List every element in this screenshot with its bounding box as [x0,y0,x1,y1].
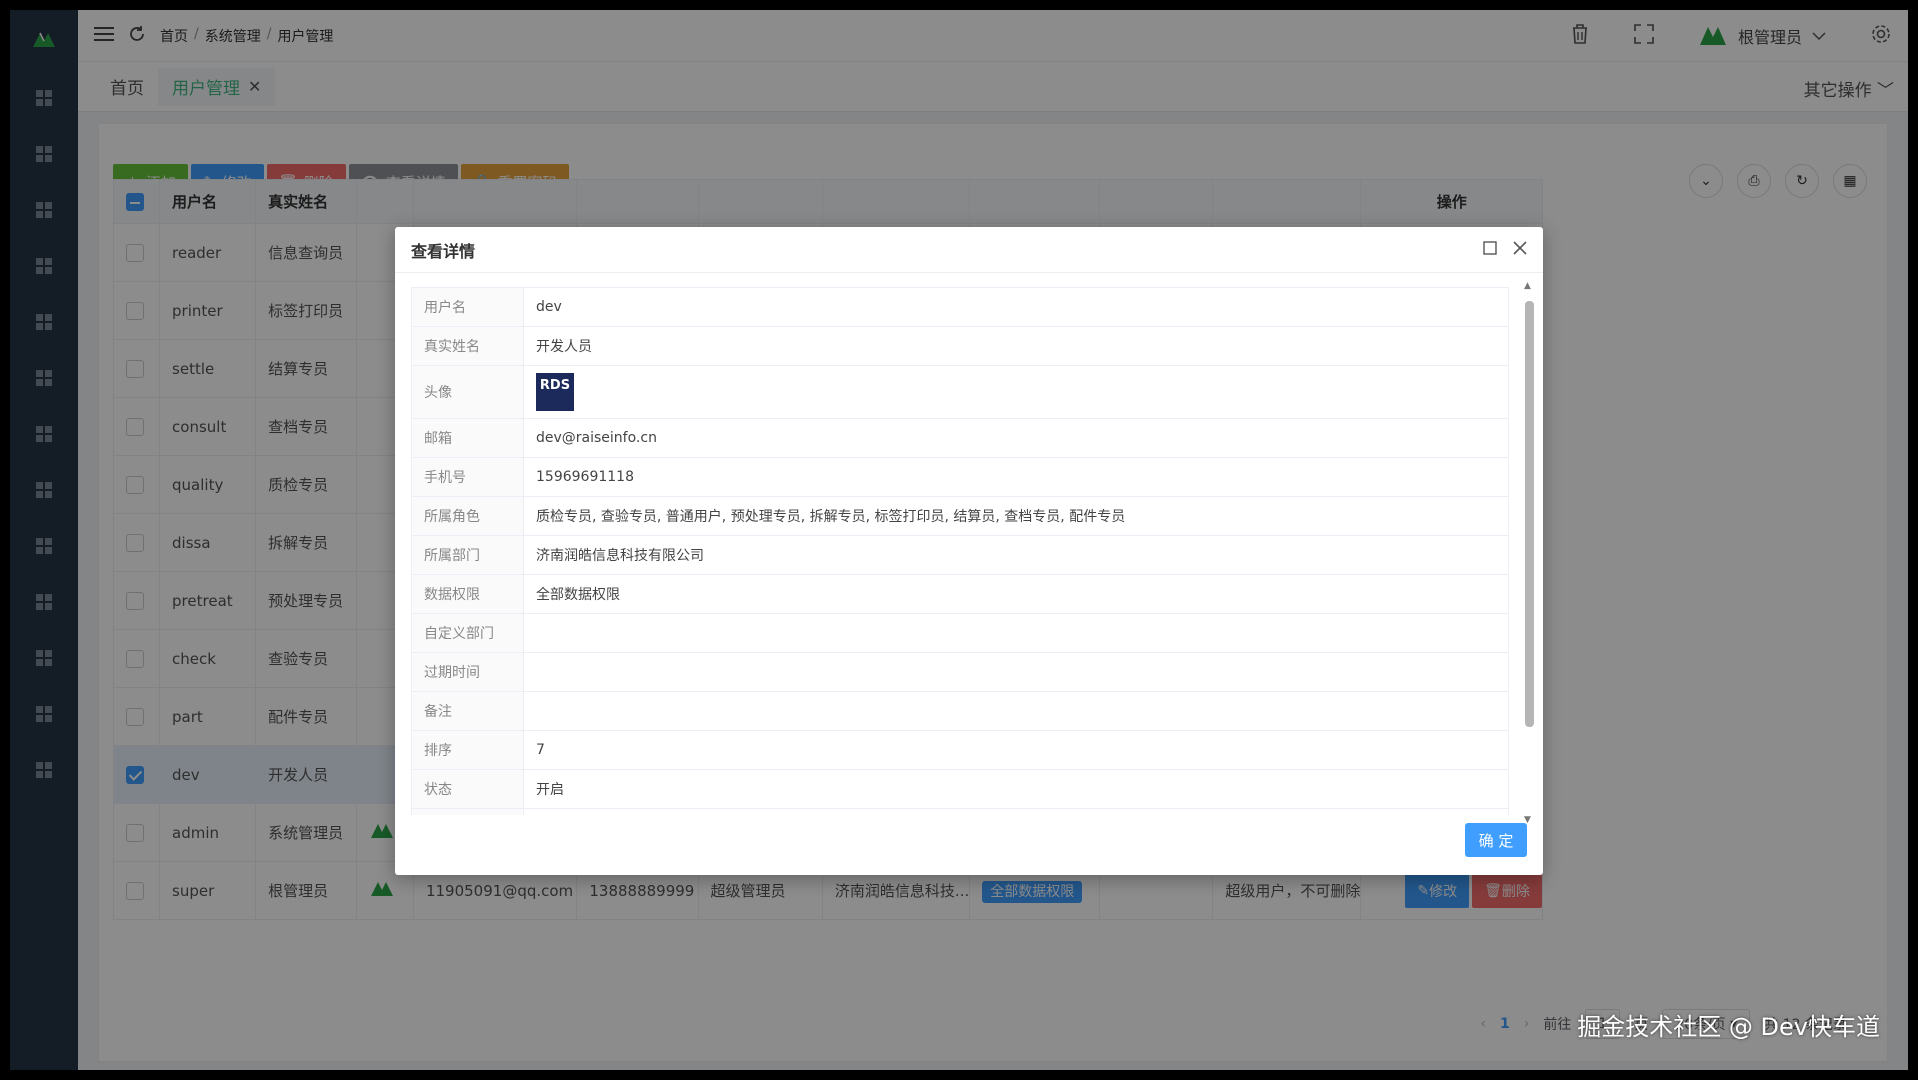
detail-row: 真实姓名 开发人员 [411,326,1509,366]
scroll-up-icon[interactable]: ▲ [1524,281,1531,291]
detail-key: 备注 [411,691,524,731]
detail-row: 所属角色 质检专员, 查验专员, 普通用户, 预处理专员, 拆解专员, 标签打印员… [411,496,1509,536]
detail-row: 用户名 dev [411,287,1509,327]
detail-row: 过期时间 [411,652,1509,692]
detail-value: 15969691118 [523,457,1509,497]
detail-value: 质检专员, 查验专员, 普通用户, 预处理专员, 拆解专员, 标签打印员, 结算… [523,496,1509,536]
detail-key: 所属部门 [411,535,524,575]
avatar-text: RDS [539,378,571,393]
detail-row: 所属部门 济南润皓信息科技有限公司 [411,535,1509,575]
detail-value [523,613,1509,653]
detail-value [523,691,1509,731]
detail-value: 开启 [523,769,1509,809]
detail-row: 数据权限 全部数据权限 [411,574,1509,614]
detail-key: 数据权限 [411,574,524,614]
dialog-title: 查看详情 [411,241,476,261]
detail-row: 自定义部门 [411,613,1509,653]
detail-key [411,808,524,815]
app-window: 首页 / 系统管理 / 用户管理 根管理员 首页 用户管理 ✕ 其它操作 ﹀ ⌄… [10,10,1908,1070]
detail-value [523,652,1509,692]
dialog-header: 查看详情 [395,227,1543,273]
watermark: 掘金技术社区 @ Dev快车道 [1577,1013,1880,1041]
detail-dialog: 查看详情 用户名 dev 真实姓名 开发人员 头像 RDS 邮箱 dev@raiseinfo.… [395,227,1543,875]
dialog-body: 用户名 dev 真实姓名 开发人员 头像 RDS 邮箱 dev@raiseinfo.cn 手机号… [411,287,1509,815]
detail-value: dev [523,287,1509,327]
detail-row: 排序 7 [411,730,1509,770]
maximize-icon[interactable] [1483,240,1497,259]
detail-row: 邮箱 dev@raiseinfo.cn [411,418,1509,458]
detail-key: 用户名 [411,287,524,327]
detail-row: 状态 开启 [411,769,1509,809]
detail-value: 全部数据权限 [523,574,1509,614]
detail-key: 手机号 [411,457,524,497]
confirm-button[interactable]: 确 定 [1465,823,1527,857]
close-icon[interactable] [1513,240,1527,259]
detail-value: 开发人员 [523,326,1509,366]
avatar: RDS [536,373,574,411]
detail-table: 用户名 dev 真实姓名 开发人员 头像 RDS 邮箱 dev@raiseinfo.cn 手机号… [411,287,1509,815]
detail-key: 自定义部门 [411,613,524,653]
detail-key: 所属角色 [411,496,524,536]
detail-row: 手机号 15969691118 [411,457,1509,497]
detail-key: 状态 [411,769,524,809]
detail-key: 头像 [411,365,524,419]
detail-key: 邮箱 [411,418,524,458]
detail-value: dev@raiseinfo.cn [523,418,1509,458]
scrollbar-thumb[interactable] [1525,301,1534,727]
detail-row: 备注 [411,691,1509,731]
avatar-value: RDS [523,365,1509,419]
detail-key: 真实姓名 [411,326,524,366]
detail-value [523,808,1509,815]
detail-key: 过期时间 [411,652,524,692]
detail-key: 排序 [411,730,524,770]
detail-row [411,808,1509,815]
dialog-scrollbar[interactable]: ▲ ▼ [1523,281,1535,825]
detail-value: 济南润皓信息科技有限公司 [523,535,1509,575]
detail-row: 头像 RDS [411,365,1509,419]
detail-value: 7 [523,730,1509,770]
